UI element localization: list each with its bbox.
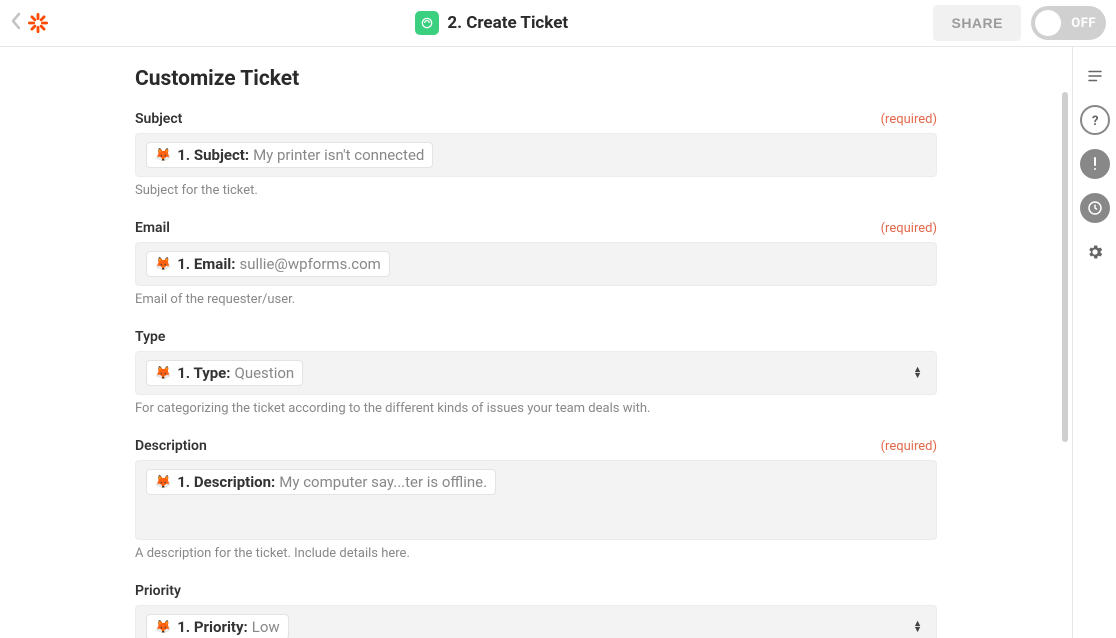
field-label: Description: [135, 438, 207, 454]
field-help: A description for the ticket. Include de…: [135, 546, 937, 561]
pill-label: 1. Description:: [177, 473, 275, 491]
field-label: Email: [135, 220, 170, 236]
header-right: SHARE OFF: [933, 5, 1106, 41]
pill-label: 1. Priority:: [177, 618, 248, 636]
on-off-toggle[interactable]: OFF: [1031, 6, 1106, 40]
wpforms-icon: 🦊: [155, 476, 171, 489]
subject-input[interactable]: 🦊 1. Subject: My printer isn't connected: [135, 133, 937, 177]
email-input[interactable]: 🦊 1. Email: sullie@wpforms.com: [135, 242, 937, 286]
required-badge: (required): [881, 439, 937, 454]
main-content: Customize Ticket Subject (required) 🦊 1.…: [0, 47, 1072, 638]
settings-icon[interactable]: [1080, 237, 1110, 267]
step-title: 2. Create Ticket: [447, 13, 568, 33]
field-label: Subject: [135, 111, 182, 127]
scrollbar-thumb[interactable]: [1062, 92, 1068, 442]
share-button[interactable]: SHARE: [933, 5, 1021, 41]
pill-label: 1. Email:: [177, 255, 235, 273]
field-header: Email (required): [135, 220, 937, 236]
wpforms-icon: 🦊: [155, 621, 171, 634]
help-icon[interactable]: ?: [1080, 105, 1110, 135]
toggle-knob: [1035, 10, 1061, 36]
mapped-field-pill[interactable]: 🦊 1. Type: Question: [146, 360, 303, 386]
app-step-icon: [415, 11, 439, 35]
pill-label: 1. Subject:: [177, 146, 249, 164]
zapier-logo-icon[interactable]: [26, 11, 50, 35]
field-label: Priority: [135, 583, 181, 599]
description-input[interactable]: 🦊 1. Description: My computer say...ter …: [135, 460, 937, 540]
field-header: Subject (required): [135, 111, 937, 127]
wpforms-icon: 🦊: [155, 258, 171, 271]
outline-icon[interactable]: [1080, 61, 1110, 91]
required-badge: (required): [881, 221, 937, 236]
wpforms-icon: 🦊: [155, 149, 171, 162]
type-select[interactable]: 🦊 1. Type: Question ▲▼: [135, 351, 937, 395]
field-header: Priority: [135, 583, 937, 599]
history-icon[interactable]: [1080, 193, 1110, 223]
section-title: Customize Ticket: [135, 67, 937, 91]
app-header: 2. Create Ticket SHARE OFF: [0, 0, 1116, 47]
required-badge: (required): [881, 112, 937, 127]
priority-select[interactable]: 🦊 1. Priority: Low ▲▼: [135, 605, 937, 638]
right-rail: ?: [1072, 47, 1116, 638]
field-header: Description (required): [135, 438, 937, 454]
field-help: Subject for the ticket.: [135, 183, 937, 198]
body-area: Customize Ticket Subject (required) 🦊 1.…: [0, 47, 1116, 638]
mapped-field-pill[interactable]: 🦊 1. Email: sullie@wpforms.com: [146, 251, 390, 277]
field-description: Description (required) 🦊 1. Description:…: [135, 438, 937, 561]
pill-value: Low: [252, 618, 280, 636]
step-title-container: 2. Create Ticket: [50, 11, 933, 35]
field-help: Email of the requester/user.: [135, 292, 937, 307]
header-left: [10, 11, 50, 35]
form-card: Customize Ticket Subject (required) 🦊 1.…: [75, 47, 997, 638]
wpforms-icon: 🦊: [155, 367, 171, 380]
select-caret-icon: ▲▼: [913, 621, 922, 633]
field-label: Type: [135, 329, 165, 345]
alert-icon[interactable]: [1080, 149, 1110, 179]
field-header: Type: [135, 329, 937, 345]
svg-text:?: ?: [1092, 114, 1098, 127]
mapped-field-pill[interactable]: 🦊 1. Priority: Low: [146, 614, 289, 638]
toggle-label: OFF: [1071, 16, 1096, 31]
pill-value: Question: [235, 364, 295, 382]
mapped-field-pill[interactable]: 🦊 1. Description: My computer say...ter …: [146, 469, 496, 495]
back-icon[interactable]: [10, 12, 22, 35]
field-email: Email (required) 🦊 1. Email: sullie@wpfo…: [135, 220, 937, 307]
pill-value: My printer isn't connected: [253, 146, 424, 164]
pill-label: 1. Type:: [177, 364, 230, 382]
field-help: For categorizing the ticket according to…: [135, 401, 937, 416]
mapped-field-pill[interactable]: 🦊 1. Subject: My printer isn't connected: [146, 142, 433, 168]
select-caret-icon: ▲▼: [913, 367, 922, 379]
pill-value: sullie@wpforms.com: [240, 255, 381, 273]
field-subject: Subject (required) 🦊 1. Subject: My prin…: [135, 111, 937, 198]
pill-value: My computer say...ter is offline.: [279, 473, 487, 491]
field-priority: Priority 🦊 1. Priority: Low ▲▼ Priority …: [135, 583, 937, 638]
field-type: Type 🦊 1. Type: Question ▲▼ For categori…: [135, 329, 937, 416]
